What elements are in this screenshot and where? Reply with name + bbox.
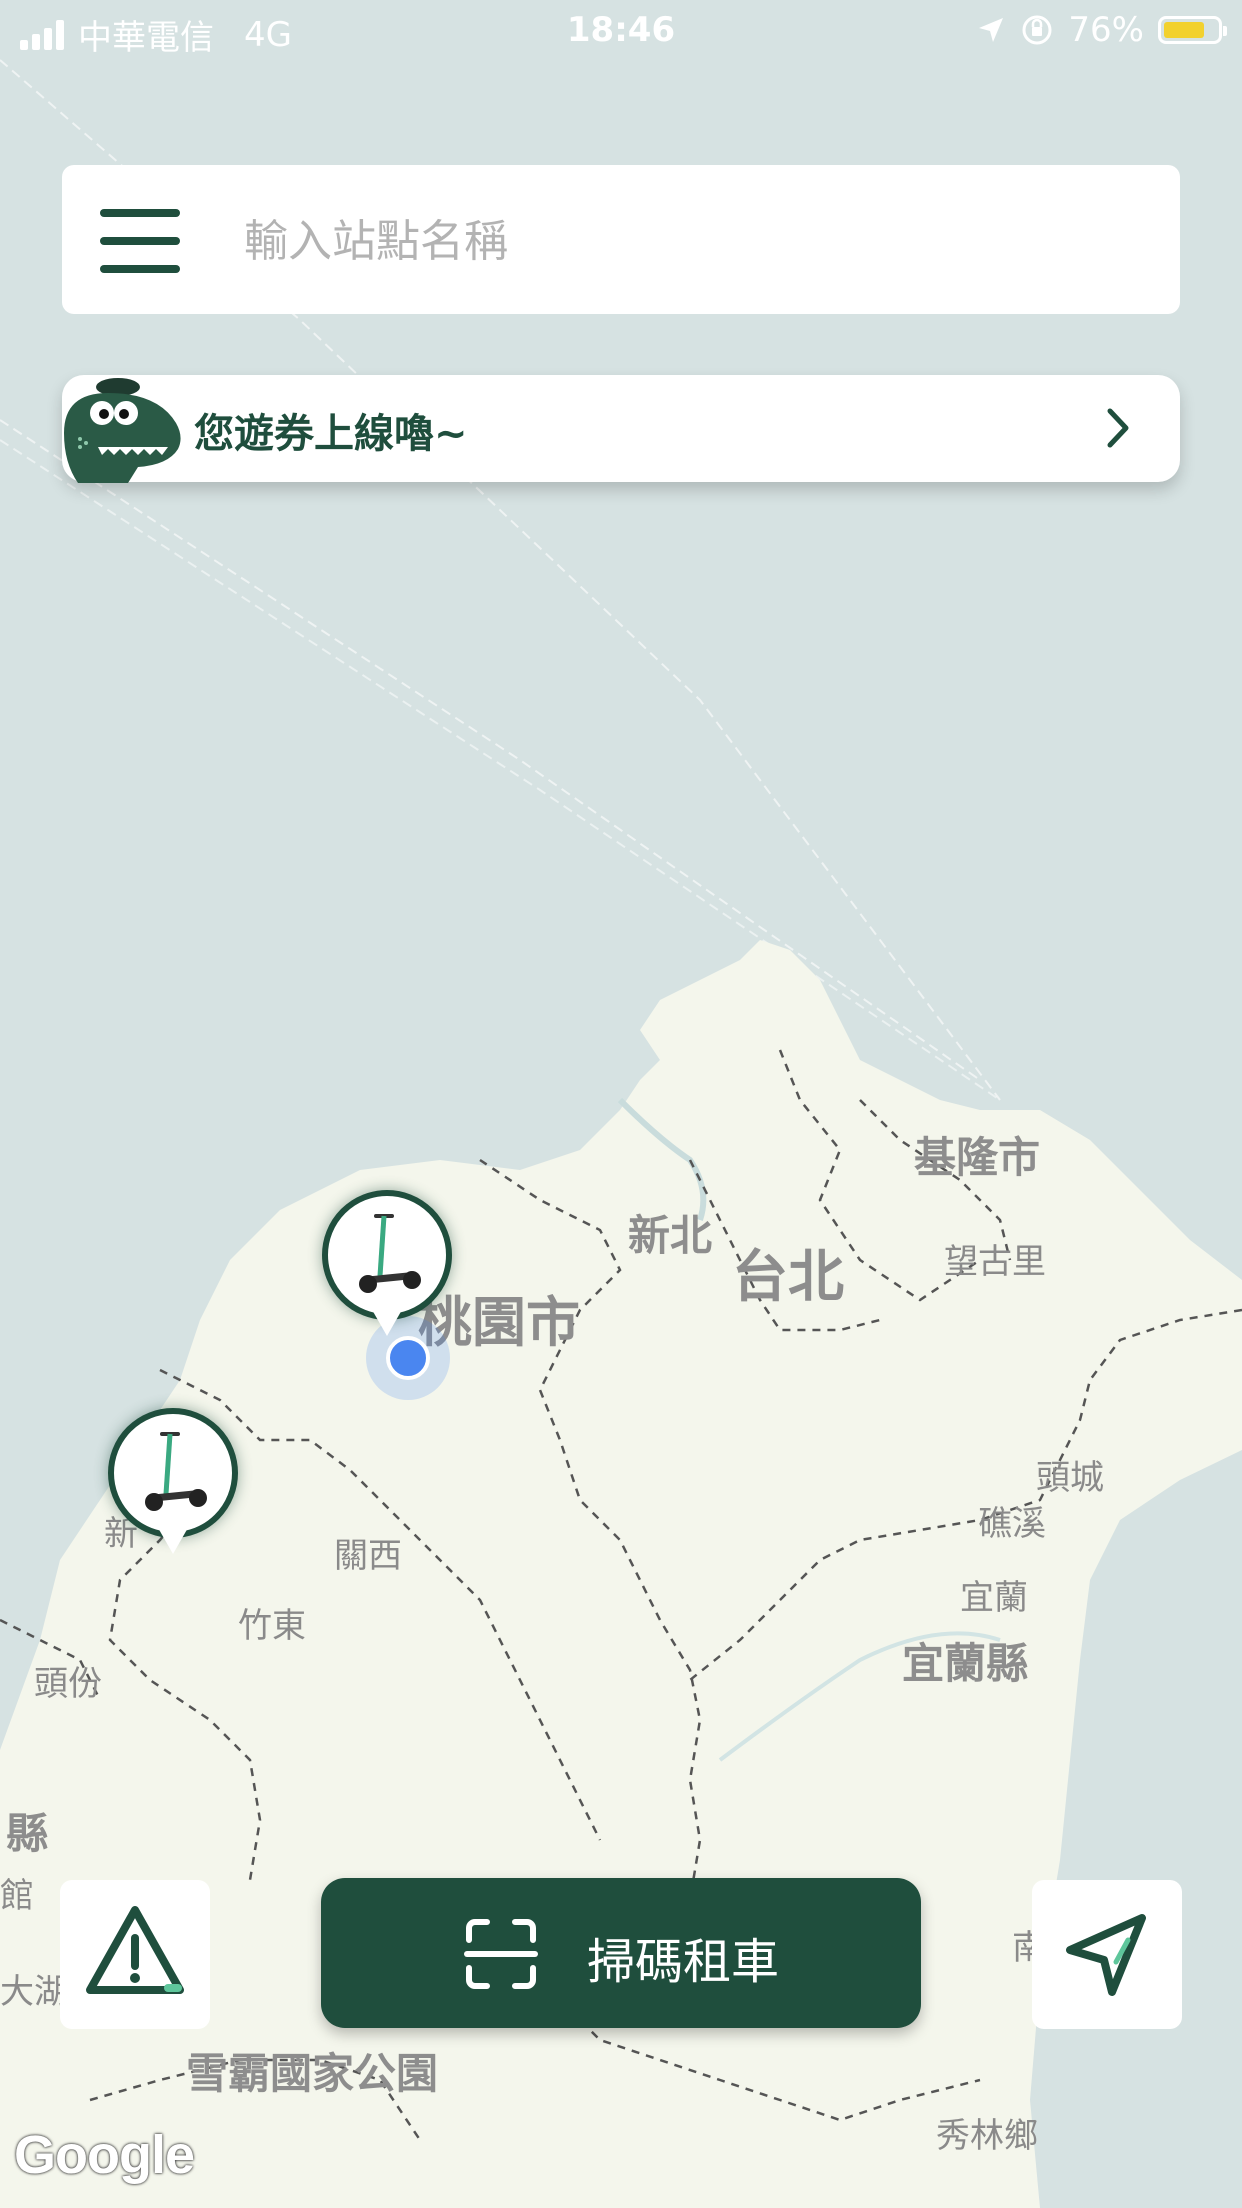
scooter-station-pin[interactable] — [108, 1408, 238, 1558]
map-label-wanggu: 望古里 — [944, 1242, 1046, 1282]
orientation-lock-icon — [1022, 15, 1052, 45]
search-bar — [62, 165, 1180, 314]
warning-icon — [86, 1906, 184, 1994]
map-label-jiaoxi: 礁溪 — [978, 1504, 1046, 1544]
report-issue-button[interactable] — [60, 1880, 210, 2029]
map-label-county: 縣 — [6, 1809, 49, 1858]
scooter-icon — [145, 1432, 207, 1511]
map-label-yilan: 宜蘭 — [960, 1578, 1028, 1618]
map-label-shei-pa: 雪霸國家公園 — [186, 2049, 439, 2098]
scooter-station-pin[interactable] — [322, 1190, 452, 1340]
map-label-zhudong: 竹東 — [238, 1606, 306, 1646]
battery-icon — [1158, 16, 1227, 44]
promo-text: 您遊券上線嚕~ — [194, 411, 468, 457]
map-label-guanxi: 關西 — [334, 1536, 402, 1576]
scooter-icon — [359, 1214, 421, 1293]
map-canvas[interactable] — [0, 0, 1242, 2208]
scooter-pin-tail — [371, 1308, 403, 1336]
station-search-input[interactable] — [242, 205, 1146, 277]
scan-button-label: 掃碼租車 — [587, 1934, 780, 1990]
hamburger-menu-icon[interactable] — [100, 209, 180, 273]
ferry-route-line — [0, 419, 981, 1081]
location-arrow-icon — [979, 18, 1004, 42]
ferry-route-line — [0, 439, 1001, 1101]
user-location-dot — [386, 1336, 430, 1380]
battery-percent: 76% — [1068, 10, 1144, 50]
map-label-yilan-county: 宜蘭縣 — [902, 1639, 1029, 1688]
map-label-newtaipei: 新北 — [628, 1211, 713, 1260]
map-label-toufen: 頭份 — [34, 1664, 102, 1704]
map-label-xiulin: 秀林鄉 — [936, 2116, 1038, 2156]
scooter-pin-circle — [322, 1190, 452, 1320]
map-label-toucheng: 頭城 — [1036, 1458, 1104, 1498]
status-bar: 中華電信 4G 18:46 76% — [0, 0, 1242, 62]
google-logo: Google — [14, 2125, 195, 2185]
navigation-arrow-icon — [1066, 1914, 1146, 1996]
scooter-pin-circle — [108, 1408, 238, 1538]
map-label-taipei: 台北 — [732, 1245, 844, 1310]
scan-to-rent-button[interactable]: 掃碼租車 — [321, 1878, 921, 2028]
map-label-dahu: 大湖 — [0, 1972, 68, 2012]
promo-banner[interactable]: 您遊券上線嚕~ — [62, 375, 1180, 483]
chevron-right-icon — [1107, 408, 1129, 448]
map-label-guan: 館 — [0, 1876, 34, 1916]
map-view[interactable]: 基隆市 望古里 新北 台北 桃園市 頭城 礁溪 宜蘭 宜蘭縣 關西 竹東 頭份 … — [0, 0, 1242, 2208]
my-location-button[interactable] — [1032, 1880, 1182, 2029]
map-label-keelung: 基隆市 — [914, 1133, 1041, 1182]
dinosaur-mascot-icon — [64, 378, 181, 483]
scan-frame-icon — [464, 1919, 538, 1989]
scooter-pin-tail — [157, 1526, 189, 1554]
status-right: 76% — [976, 10, 1227, 50]
